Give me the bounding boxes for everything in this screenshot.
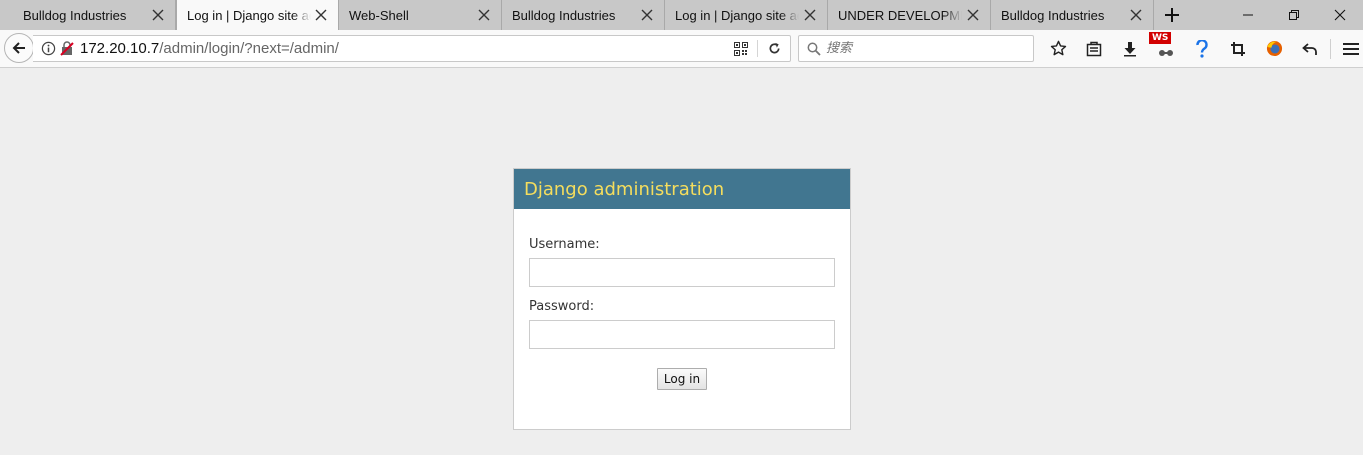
undo-icon	[1302, 42, 1317, 55]
help-icon	[1196, 39, 1208, 58]
tab-6[interactable]: Bulldog Industries	[991, 0, 1154, 30]
login-form: Username: Password: Log in	[514, 209, 850, 390]
url-bar[interactable]: 172.20.10.7/admin/login/?next=/admin/	[33, 35, 791, 62]
site-header: Django administration	[514, 169, 850, 209]
insecure-lock-icon	[60, 41, 74, 56]
username-row: Username:	[529, 237, 835, 287]
close-icon[interactable]	[151, 8, 165, 22]
close-icon[interactable]	[966, 8, 980, 22]
window-controls	[1225, 0, 1363, 30]
tab-2[interactable]: Web-Shell	[339, 0, 502, 30]
firefox-button[interactable]	[1256, 35, 1292, 62]
separator	[1330, 38, 1331, 59]
download-icon	[1124, 41, 1136, 56]
tab-title: Bulldog Industries	[1001, 7, 1105, 23]
close-icon[interactable]	[314, 8, 328, 22]
password-label: Password:	[529, 299, 595, 314]
menu-button[interactable]	[1333, 35, 1363, 62]
site-identity[interactable]	[33, 41, 74, 56]
back-arrow-icon	[12, 42, 25, 54]
close-icon	[1334, 9, 1346, 21]
undo-button[interactable]	[1292, 35, 1328, 62]
url-host: 172.20.10.7	[80, 40, 160, 57]
tab-title: Log in | Django site admin	[675, 7, 799, 23]
close-icon[interactable]	[477, 8, 491, 22]
info-icon	[41, 41, 56, 56]
tab-1[interactable]: Log in | Django site admin	[176, 0, 339, 30]
search-input[interactable]	[826, 41, 1016, 56]
reload-button[interactable]	[758, 36, 790, 61]
tab-strip: Bulldog Industries Log in | Django site …	[0, 0, 1363, 30]
tab-title: Log in | Django site admin	[187, 7, 311, 23]
username-label: Username:	[529, 237, 600, 252]
tab-5[interactable]: UNDER DEVELOPMENT	[828, 0, 991, 30]
login-panel: Django administration Username: Password…	[513, 168, 851, 430]
tab-0[interactable]: Bulldog Industries	[0, 0, 176, 30]
password-row: Password:	[529, 299, 835, 349]
search-bar[interactable]	[798, 35, 1034, 62]
tab-4[interactable]: Log in | Django site admin	[665, 0, 828, 30]
submit-row: Log in	[529, 368, 835, 390]
close-icon[interactable]	[1129, 8, 1143, 22]
new-tab-button[interactable]	[1154, 0, 1190, 30]
close-icon[interactable]	[803, 8, 817, 22]
crop-button[interactable]	[1220, 35, 1256, 62]
qr-code-icon	[734, 41, 748, 56]
minimize-button[interactable]	[1225, 0, 1271, 30]
back-button[interactable]	[4, 33, 34, 63]
restore-button[interactable]	[1271, 0, 1317, 30]
login-button[interactable]: Log in	[656, 368, 708, 390]
tab-title: Web-Shell	[349, 7, 409, 23]
restore-icon	[1289, 10, 1299, 20]
ws-badge: WS	[1149, 32, 1172, 44]
reading-list-button[interactable]	[1076, 35, 1112, 62]
url-text[interactable]: 172.20.10.7/admin/login/?next=/admin/	[80, 40, 339, 57]
ws-extension-button[interactable]: WS	[1148, 32, 1184, 62]
url-actions	[725, 36, 790, 61]
close-window-button[interactable]	[1317, 0, 1363, 30]
plus-icon	[1165, 8, 1179, 22]
firefox-icon	[1266, 40, 1282, 57]
username-input[interactable]	[529, 258, 835, 287]
hamburger-menu-icon	[1343, 42, 1359, 55]
nav-bar: 172.20.10.7/admin/login/?next=/admin/ WS	[0, 30, 1363, 68]
tab-3[interactable]: Bulldog Industries	[502, 0, 665, 30]
minimize-icon	[1243, 14, 1253, 16]
tab-title: Bulldog Industries	[512, 7, 616, 23]
toolbar: WS	[1040, 32, 1363, 62]
tab-title: Bulldog Industries	[23, 7, 127, 23]
downloads-button[interactable]	[1112, 35, 1148, 62]
password-input[interactable]	[529, 320, 835, 349]
qr-code-button[interactable]	[725, 36, 757, 61]
search-icon	[807, 42, 821, 56]
tab-title: UNDER DEVELOPMENT	[838, 7, 962, 23]
crop-icon	[1231, 41, 1245, 56]
reload-icon	[769, 42, 780, 54]
close-icon[interactable]	[640, 8, 654, 22]
url-path: /admin/login/?next=/admin/	[159, 40, 339, 57]
star-icon	[1050, 40, 1066, 56]
bookmark-button[interactable]	[1040, 35, 1076, 62]
reading-list-icon	[1086, 41, 1102, 56]
help-button[interactable]	[1184, 35, 1220, 62]
